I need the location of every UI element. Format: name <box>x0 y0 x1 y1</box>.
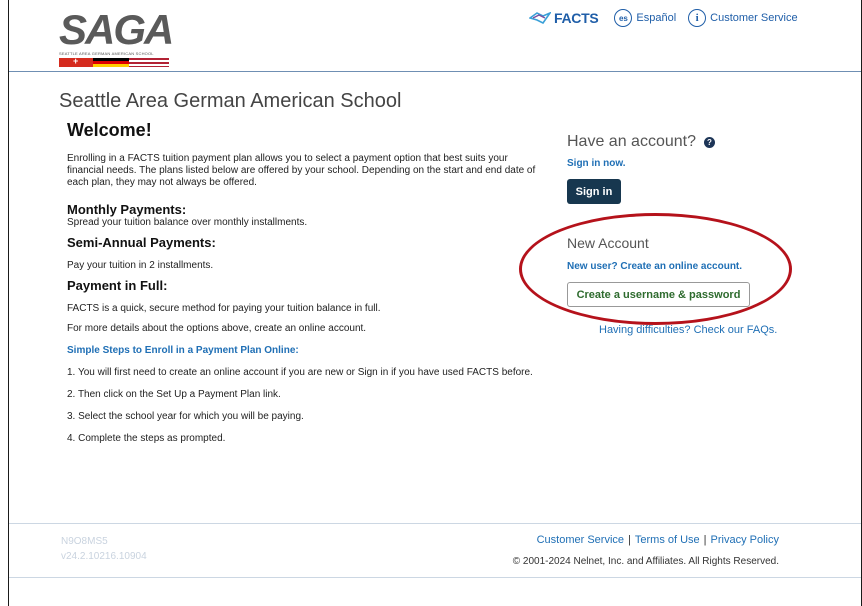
sign-in-now-link[interactable]: Sign in now. <box>567 158 626 169</box>
sign-in-button[interactable]: Sign in <box>567 179 621 204</box>
build-id: N9O8MS5 <box>61 536 108 547</box>
step-4: 4. Complete the steps as prompted. <box>67 433 226 444</box>
header: SAGA SEATTLE AREA GERMAN AMERICAN SCHOOL… <box>9 0 861 72</box>
version-number: v24.2.10216.10904 <box>61 551 147 562</box>
school-logo[interactable]: SAGA SEATTLE AREA GERMAN AMERICAN SCHOOL <box>59 6 174 67</box>
plan-title-full: Payment in Full: <box>67 278 168 293</box>
plan-desc-monthly: Spread your tuition balance over monthly… <box>67 217 308 228</box>
spanish-language-link[interactable]: es Español <box>614 9 676 27</box>
have-account-heading: Have an account? ? <box>567 133 715 151</box>
page-title: Seattle Area German American School <box>59 90 402 112</box>
footer-customer-service-link[interactable]: Customer Service <box>537 534 624 546</box>
help-icon[interactable]: ? <box>703 136 715 148</box>
plan-title-monthly: Monthly Payments: <box>67 202 187 217</box>
copyright-text: © 2001-2024 Nelnet, Inc. and Affiliates.… <box>512 556 779 567</box>
step-3: 3. Select the school year for which you … <box>67 411 304 422</box>
footer-links: Customer Service | Terms of Use | Privacy Po… <box>537 534 779 546</box>
new-user-link[interactable]: New user? Create an online account. <box>567 261 742 272</box>
page-frame: SAGA SEATTLE AREA GERMAN AMERICAN SCHOOL… <box>8 0 862 606</box>
create-account-button[interactable]: Create a username & password <box>567 282 750 307</box>
step-2: 2. Then click on the Set Up a Payment Pl… <box>67 389 281 400</box>
facts-brand-text: FACTS <box>554 10 599 26</box>
facts-logo-icon <box>529 12 551 24</box>
logo-flags <box>59 56 173 67</box>
intro-text: Enrolling in a FACTS tuition payment pla… <box>67 153 536 188</box>
us-flag-icon <box>129 58 169 67</box>
step-1: 1. You will first need to create an onli… <box>67 367 533 378</box>
logo-text: SAGA <box>59 6 174 53</box>
plan-desc-semiannual: Pay your tuition in 2 installments. <box>67 260 214 271</box>
top-links: FACTS es Español i Customer Service <box>529 9 810 27</box>
plan-title-semiannual: Semi-Annual Payments: <box>67 235 216 250</box>
plan-desc-full: FACTS is a quick, secure method for payi… <box>67 303 381 314</box>
footer-privacy-link[interactable]: Privacy Policy <box>711 534 779 546</box>
info-icon: i <box>688 9 707 27</box>
steps-heading: Simple Steps to Enroll in a Payment Plan… <box>67 345 299 356</box>
build-info: N9O8MS5 v24.2.10216.10904 <box>61 534 147 564</box>
welcome-heading: Welcome! <box>67 120 152 140</box>
spanish-label: Español <box>636 12 677 24</box>
faq-link[interactable]: Having difficulties? Check our FAQs. <box>599 324 777 336</box>
have-account-label: Have an account? <box>567 133 696 150</box>
new-account-heading: New Account <box>567 235 649 251</box>
spanish-icon: es <box>614 9 633 27</box>
german-flag-icon <box>93 58 129 67</box>
footer-separator: | <box>628 534 631 546</box>
more-details-text: For more details about the options above… <box>67 323 367 334</box>
enrollment-info: Enrolling in a FACTS tuition payment pla… <box>67 153 537 445</box>
footer-separator: | <box>703 534 707 546</box>
customer-service-link[interactable]: i Customer Service <box>688 9 798 27</box>
customer-service-label: Customer Service <box>710 12 798 24</box>
footer-terms-link[interactable]: Terms of Use <box>635 534 700 546</box>
facts-logo: FACTS <box>529 10 599 26</box>
swiss-flag-icon <box>59 56 93 67</box>
footer: N9O8MS5 v24.2.10216.10904 Customer Servi… <box>9 523 861 578</box>
